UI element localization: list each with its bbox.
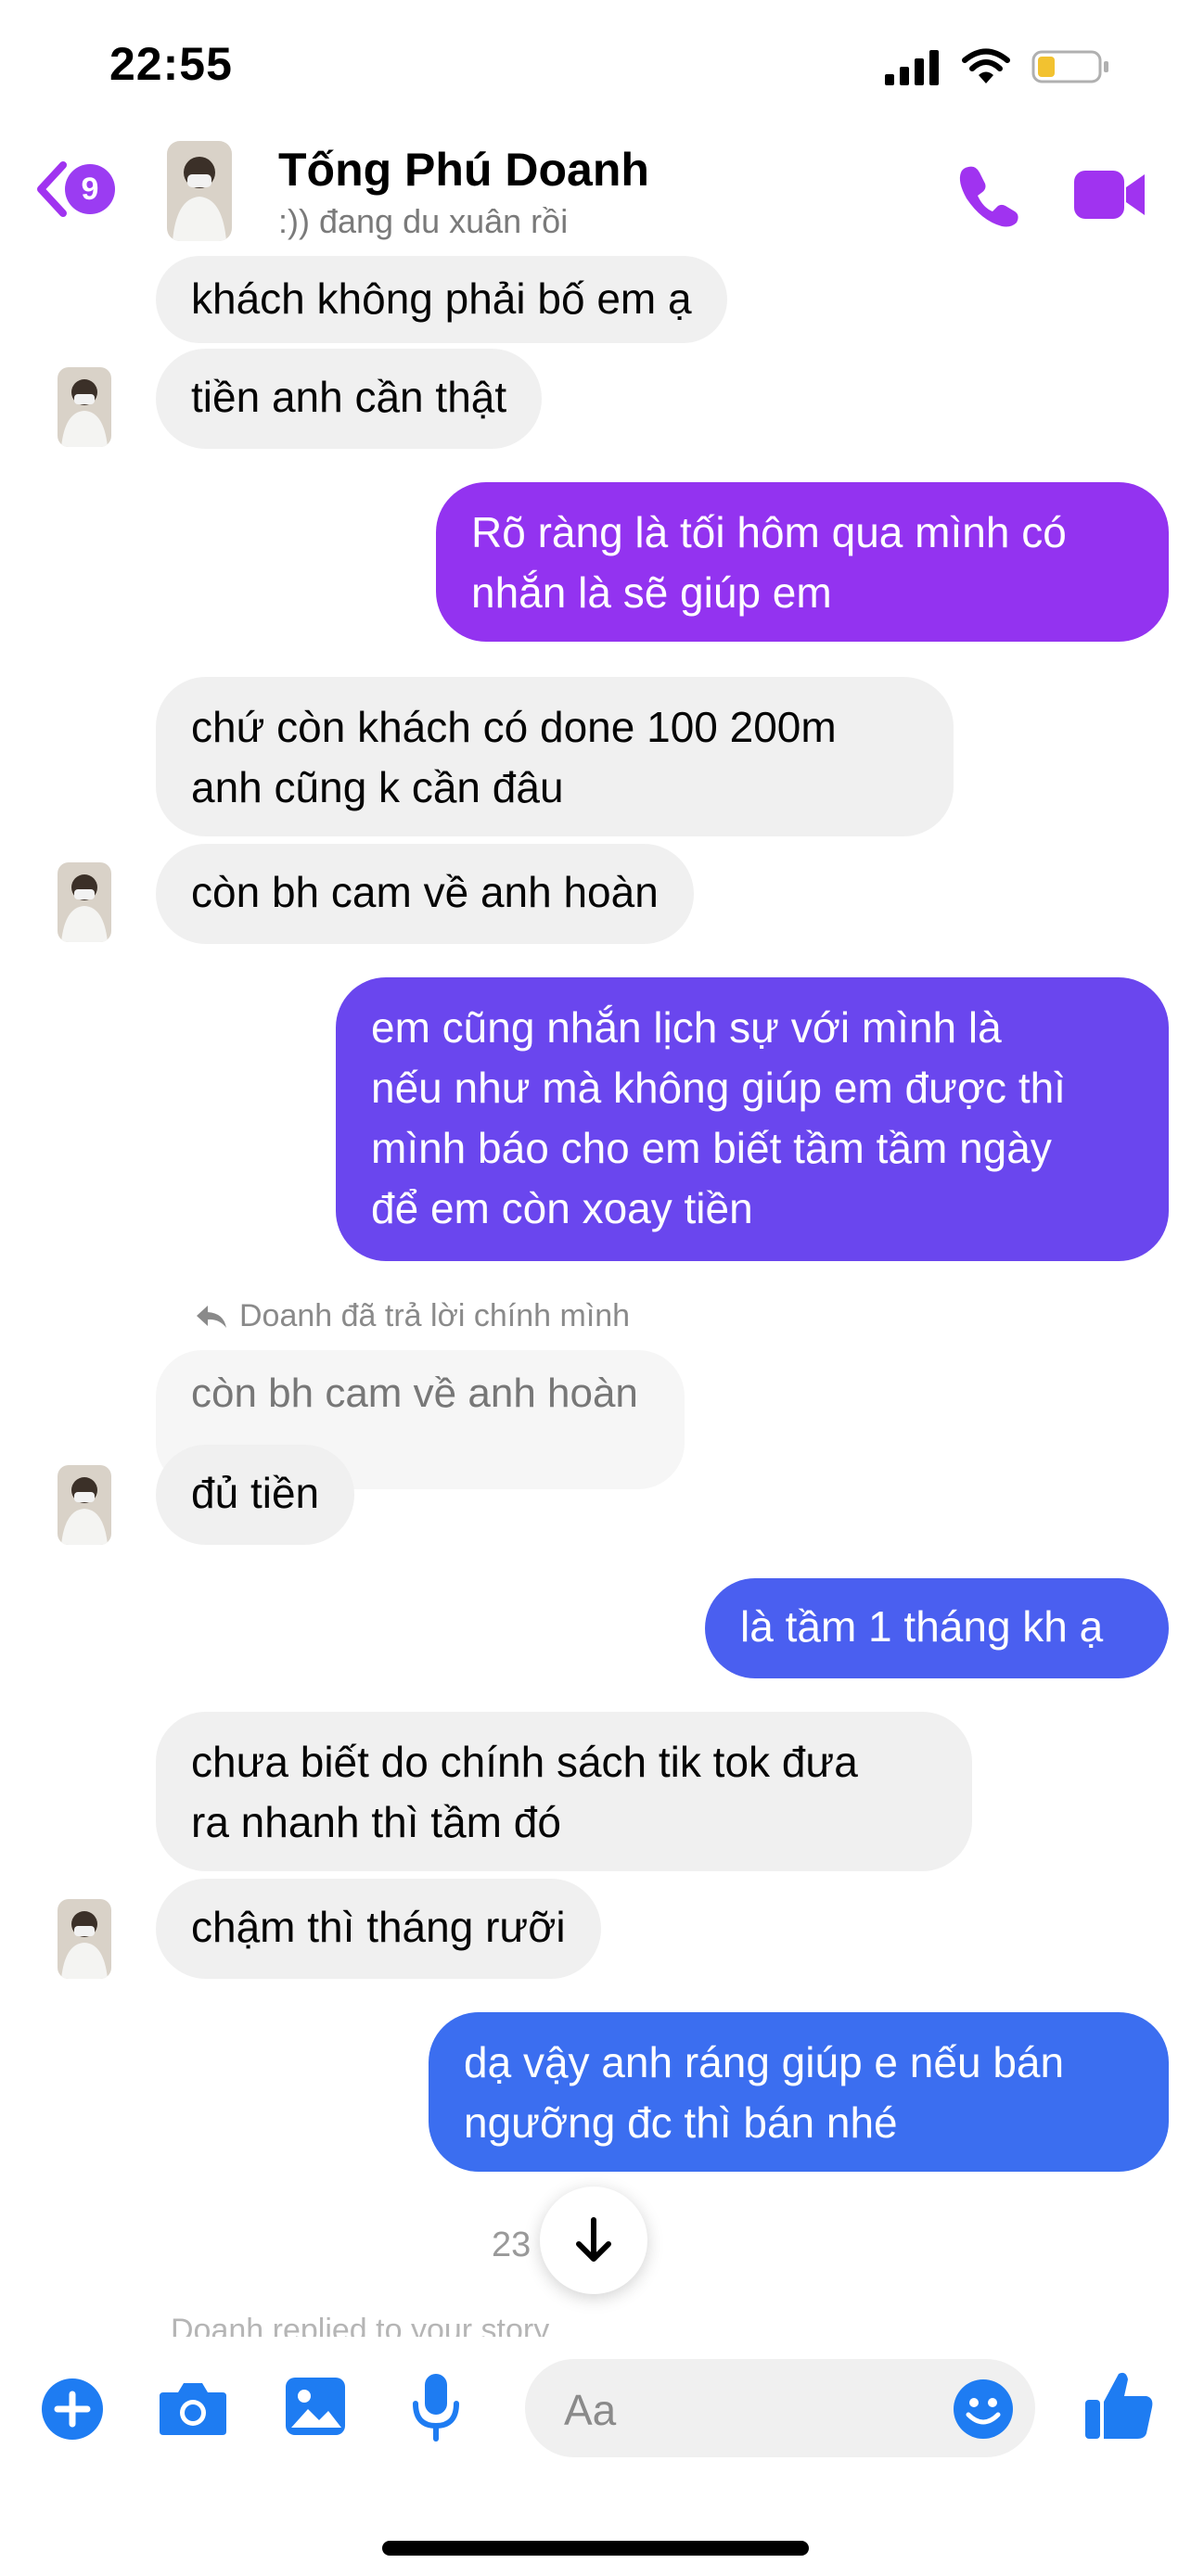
incoming-message[interactable]: đủ tiền	[156, 1445, 355, 1545]
battery-icon	[1031, 50, 1108, 83]
contact-avatar[interactable]	[167, 141, 232, 241]
outgoing-message[interactable]: là tầm 1 tháng kh ạ	[705, 1578, 1169, 1678]
conversation-header: 9 Tống Phú Doanh :)) đang du xuân rồi	[0, 139, 1191, 250]
sender-avatar[interactable]	[58, 1899, 111, 1979]
status-time: 22:55	[109, 38, 233, 90]
signal-icon	[885, 50, 939, 85]
input-placeholder: Aa	[564, 2386, 617, 2434]
thumbs-up-icon[interactable]	[1083, 2368, 1154, 2442]
status-icons	[885, 43, 1111, 91]
incoming-message[interactable]: tiền anh cần thật	[156, 349, 543, 449]
outgoing-message[interactable]: dạ vậy anh ráng giúp e nếu bán ngưỡng đc…	[429, 2012, 1169, 2172]
unread-badge: 9	[65, 164, 115, 214]
status-bar: 22:55	[0, 0, 1191, 139]
message-composer: Aa	[0, 2346, 1191, 2476]
phone-icon[interactable]	[955, 161, 1022, 228]
reply-arrow-icon	[197, 1305, 226, 1328]
incoming-message[interactable]: chậm thì tháng rưỡi	[156, 1879, 601, 1979]
image-icon[interactable]	[284, 2376, 347, 2437]
scroll-to-bottom-button[interactable]	[540, 2187, 647, 2294]
home-indicator	[382, 2541, 809, 2556]
plus-icon[interactable]	[41, 2378, 104, 2441]
back-button[interactable]: 9	[33, 159, 115, 219]
sender-avatar[interactable]	[58, 367, 111, 447]
sender-avatar[interactable]	[58, 1465, 111, 1545]
emoji-icon[interactable]	[952, 2378, 1015, 2441]
incoming-message[interactable]: còn bh cam về anh hoàn	[156, 844, 694, 944]
incoming-message[interactable]: chứ còn khách có done 100 200m anh cũng …	[156, 677, 954, 836]
arrow-down-icon	[576, 2217, 611, 2262]
wifi-icon	[962, 48, 1010, 83]
reply-indicator: Doanh đã trả lời chính mình	[195, 1298, 630, 1334]
message-input[interactable]: Aa	[525, 2359, 1035, 2457]
outgoing-message[interactable]: Rõ ràng là tối hôm qua mình có nhắn là s…	[436, 482, 1169, 642]
incoming-message[interactable]: chưa biết do chính sách tik tok đưa ra n…	[156, 1712, 972, 1871]
camera-icon[interactable]	[158, 2378, 228, 2437]
sender-avatar[interactable]	[58, 862, 111, 942]
incoming-message[interactable]: khách không phải bố em ạ	[156, 256, 727, 343]
microphone-icon[interactable]	[408, 2372, 464, 2442]
video-camera-icon[interactable]	[1072, 161, 1148, 228]
story-reply-note: Doanh replied to your story	[171, 2313, 550, 2337]
contact-name[interactable]: Tống Phú Doanh	[278, 143, 649, 197]
outgoing-message[interactable]: em cũng nhắn lịch sự với mình là nếu như…	[336, 977, 1169, 1261]
contact-status: :)) đang du xuân rồi	[278, 202, 569, 240]
